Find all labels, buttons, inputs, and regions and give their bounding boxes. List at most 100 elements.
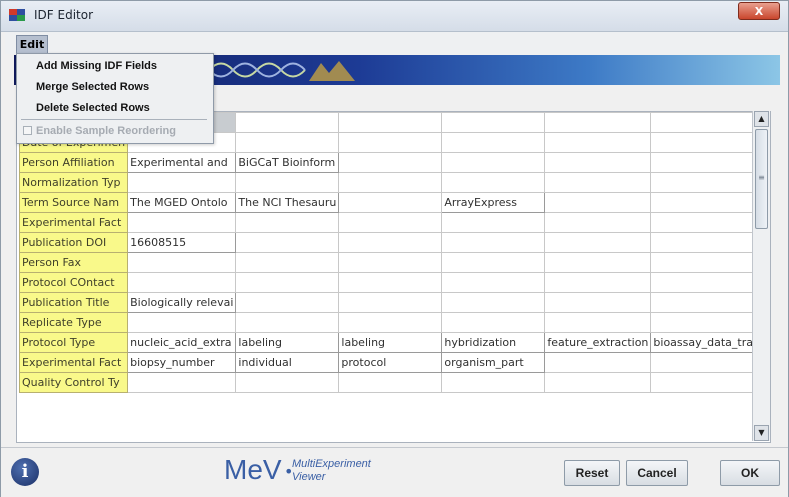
value-cell[interactable] — [441, 112, 546, 133]
value-cell[interactable] — [338, 212, 443, 233]
value-cell[interactable] — [127, 252, 237, 273]
value-cell[interactable]: ArrayExpress — [441, 192, 546, 213]
idf-table[interactable]: Date of ExperimenPerson AffiliationExper… — [16, 111, 771, 443]
value-cell[interactable] — [650, 112, 757, 133]
value-cell[interactable] — [544, 312, 652, 333]
ok-button[interactable]: OK — [720, 460, 780, 486]
value-cell[interactable] — [441, 372, 546, 393]
value-cell[interactable] — [338, 312, 443, 333]
value-cell[interactable] — [127, 372, 237, 393]
value-cell[interactable] — [441, 292, 546, 313]
value-cell[interactable] — [650, 272, 757, 293]
value-cell[interactable] — [235, 252, 340, 273]
value-cell[interactable] — [544, 372, 652, 393]
value-cell[interactable] — [338, 192, 443, 213]
field-name-cell[interactable]: Publication Title — [18, 292, 129, 313]
value-cell[interactable] — [544, 212, 652, 233]
value-cell[interactable] — [127, 212, 237, 233]
value-cell[interactable] — [441, 272, 546, 293]
value-cell[interactable] — [544, 172, 652, 193]
field-name-cell[interactable]: Person Fax — [18, 252, 129, 273]
value-cell[interactable] — [650, 132, 757, 153]
value-cell[interactable]: labeling — [235, 332, 340, 353]
value-cell[interactable] — [544, 152, 652, 173]
value-cell[interactable] — [338, 232, 443, 253]
value-cell[interactable] — [441, 172, 546, 193]
value-cell[interactable] — [650, 232, 757, 253]
value-cell[interactable] — [235, 312, 340, 333]
value-cell[interactable]: hybridization — [441, 332, 546, 353]
value-cell[interactable] — [544, 292, 652, 313]
value-cell[interactable] — [235, 232, 340, 253]
value-cell[interactable] — [441, 232, 546, 253]
value-cell[interactable] — [650, 252, 757, 273]
value-cell[interactable]: bioassay_data_tra — [650, 332, 757, 353]
menu-item-delete-selected-rows[interactable]: Delete Selected Rows — [36, 102, 150, 114]
value-cell[interactable] — [544, 272, 652, 293]
value-cell[interactable] — [441, 132, 546, 153]
value-cell[interactable] — [235, 272, 340, 293]
value-cell[interactable] — [441, 152, 546, 173]
value-cell[interactable] — [338, 132, 443, 153]
value-cell[interactable] — [650, 152, 757, 173]
value-cell[interactable] — [650, 312, 757, 333]
value-cell[interactable] — [544, 132, 652, 153]
value-cell[interactable] — [650, 372, 757, 393]
field-name-cell[interactable]: Person Affiliation — [18, 152, 129, 173]
info-icon[interactable]: i — [11, 458, 39, 486]
menu-item-add-missing-idf-fields[interactable]: Add Missing IDF Fields — [36, 60, 157, 72]
value-cell[interactable] — [127, 272, 237, 293]
value-cell[interactable] — [441, 312, 546, 333]
cancel-button[interactable]: Cancel — [626, 460, 688, 486]
field-name-cell[interactable]: Experimental Fact — [18, 352, 129, 373]
value-cell[interactable] — [544, 252, 652, 273]
field-name-cell[interactable]: Normalization Typ — [18, 172, 129, 193]
scroll-down-icon[interactable]: ▼ — [754, 425, 769, 441]
value-cell[interactable] — [650, 192, 757, 213]
value-cell[interactable] — [338, 372, 443, 393]
value-cell[interactable] — [235, 112, 340, 133]
value-cell[interactable]: Experimental and — [127, 152, 237, 173]
menu-item-merge-selected-rows[interactable]: Merge Selected Rows — [36, 81, 149, 93]
value-cell[interactable]: The NCI Thesauru — [235, 192, 340, 213]
value-cell[interactable] — [650, 292, 757, 313]
value-cell[interactable] — [338, 172, 443, 193]
value-cell[interactable] — [544, 192, 652, 213]
value-cell[interactable]: Biologically relevai — [127, 292, 237, 313]
value-cell[interactable] — [235, 292, 340, 313]
value-cell[interactable] — [650, 212, 757, 233]
field-name-cell[interactable]: Protocol COntact — [18, 272, 129, 293]
value-cell[interactable] — [235, 212, 340, 233]
value-cell[interactable] — [650, 172, 757, 193]
value-cell[interactable]: nucleic_acid_extra — [127, 332, 237, 353]
value-cell[interactable] — [338, 152, 443, 173]
close-button[interactable]: X — [738, 2, 780, 20]
value-cell[interactable]: feature_extraction — [544, 332, 652, 353]
value-cell[interactable] — [544, 232, 652, 253]
field-name-cell[interactable]: Quality Control Ty — [18, 372, 129, 393]
value-cell[interactable] — [235, 172, 340, 193]
value-cell[interactable]: The MGED Ontolo — [127, 192, 237, 213]
value-cell[interactable]: individual — [235, 352, 340, 373]
value-cell[interactable]: BiGCaT Bioinform — [235, 152, 340, 173]
value-cell[interactable]: biopsy_number — [127, 352, 237, 373]
value-cell[interactable] — [544, 352, 652, 373]
value-cell[interactable] — [544, 112, 652, 133]
value-cell[interactable]: labeling — [338, 332, 443, 353]
value-cell[interactable]: organism_part — [441, 352, 546, 373]
field-name-cell[interactable]: Publication DOI — [18, 232, 129, 253]
field-name-cell[interactable]: Protocol Type — [18, 332, 129, 353]
scroll-thumb[interactable]: ≡ — [755, 129, 768, 229]
field-name-cell[interactable]: Term Source Nam — [18, 192, 129, 213]
value-cell[interactable] — [235, 132, 340, 153]
value-cell[interactable] — [338, 112, 443, 133]
value-cell[interactable]: protocol — [338, 352, 443, 373]
scroll-up-icon[interactable]: ▲ — [754, 111, 769, 127]
value-cell[interactable] — [127, 172, 237, 193]
field-name-cell[interactable]: Replicate Type — [18, 312, 129, 333]
value-cell[interactable] — [235, 372, 340, 393]
value-cell[interactable] — [338, 252, 443, 273]
value-cell[interactable] — [441, 212, 546, 233]
vertical-scrollbar[interactable]: ▲ ≡ ▼ — [752, 111, 770, 441]
value-cell[interactable]: 16608515 — [127, 232, 237, 253]
